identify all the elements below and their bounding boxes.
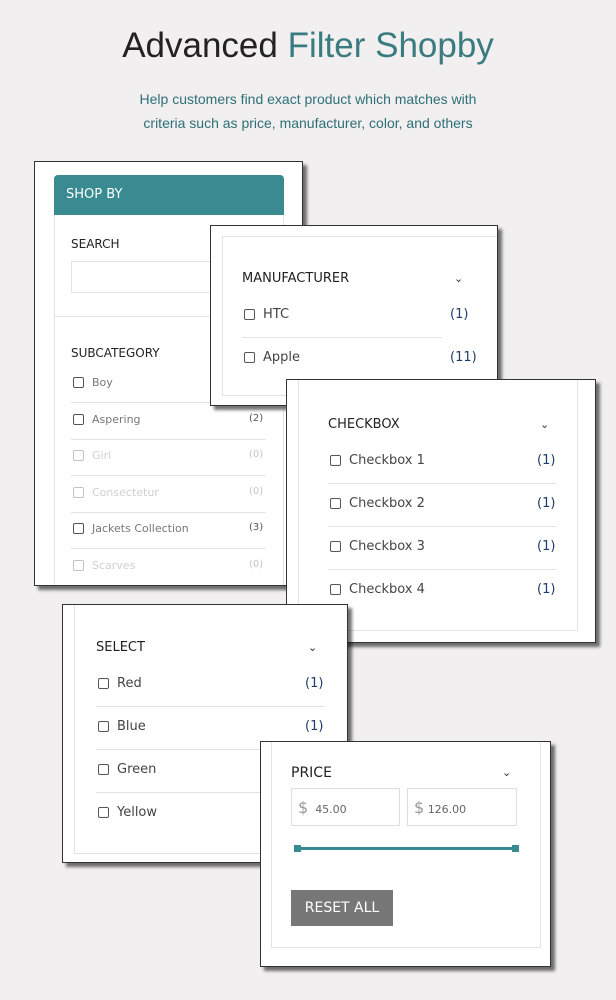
price-slider-track (297, 847, 517, 850)
filter-option[interactable]: Boy (73, 376, 113, 389)
checkbox-icon[interactable] (330, 541, 341, 552)
filter-option[interactable]: Yellow (98, 805, 157, 820)
subcategory-label: SUBCATEGORY (71, 346, 160, 360)
checkbox-icon[interactable] (98, 764, 109, 775)
option-count: (1) (537, 496, 556, 511)
filter-option[interactable]: Scarves (73, 559, 135, 572)
filter-option[interactable]: Aspering (73, 413, 141, 426)
checkbox-icon[interactable] (73, 377, 84, 388)
price-max-input[interactable]: $ 126.00 (407, 788, 517, 826)
filter-option[interactable]: HTC (244, 307, 289, 322)
hero-title: Advanced Filter Shopby (122, 26, 494, 65)
checkbox-icon[interactable] (244, 352, 255, 363)
filter-option[interactable]: Girl (73, 449, 111, 462)
option-count: (0) (249, 558, 264, 570)
option-label: Red (117, 676, 142, 691)
option-count: (1) (537, 539, 556, 554)
checkbox-icon[interactable] (330, 498, 341, 509)
option-count: (11) (450, 350, 477, 365)
option-label: Checkbox 1 (349, 453, 425, 468)
option-label: Apple (263, 350, 301, 365)
checkbox-icon[interactable] (244, 309, 255, 320)
checkbox-icon[interactable] (73, 413, 84, 425)
filter-option[interactable]: Checkbox 4 (330, 582, 425, 597)
hero-subtitle: Help customers find exact product which … (139, 91, 477, 131)
price-title: PRICE (291, 765, 332, 781)
filter-option[interactable]: Red (98, 676, 142, 691)
option-label: Blue (117, 719, 146, 734)
checkbox-icon[interactable] (330, 584, 341, 595)
chevron-down-icon[interactable]: ⌄ (308, 641, 317, 654)
option-count: (2) (249, 412, 264, 424)
option-label: Green (117, 762, 157, 777)
option-label: Consectetur (92, 485, 159, 499)
select-title: SELECT (96, 640, 145, 655)
option-count: (0) (249, 449, 264, 460)
filter-option[interactable]: Checkbox 3 (330, 539, 425, 554)
checkbox-icon[interactable] (73, 523, 84, 534)
option-count: (1) (305, 676, 324, 691)
checkbox-icon[interactable] (73, 486, 84, 498)
option-label: Aspering (92, 412, 141, 426)
option-label: Boy (92, 376, 113, 389)
filter-option[interactable]: Blue (98, 719, 146, 734)
option-count: (0) (249, 485, 264, 497)
option-count: (1) (305, 719, 324, 734)
chevron-down-icon[interactable]: ⌄ (502, 766, 511, 779)
price-slider-min-handle[interactable] (294, 845, 301, 852)
filter-option[interactable]: Consectetur (73, 486, 159, 499)
option-label: Scarves (92, 558, 136, 572)
filter-option[interactable]: Checkbox 1 (330, 453, 425, 468)
shopby-header: SHOP BY (54, 175, 284, 215)
option-label: Checkbox 4 (349, 582, 425, 597)
checkbox-icon[interactable] (73, 450, 84, 461)
filter-option[interactable]: Checkbox 2 (330, 496, 425, 511)
option-count: (1) (450, 307, 469, 322)
option-label: Jackets Collection (92, 522, 189, 535)
option-count: (1) (537, 453, 556, 468)
option-label: Checkbox 2 (349, 496, 425, 511)
option-label: Girl (92, 449, 112, 462)
option-label: HTC (263, 307, 290, 322)
checkbox-icon[interactable] (98, 807, 109, 818)
chevron-down-icon[interactable]: ⌄ (454, 272, 463, 285)
price-panel: PRICE ⌄ $ 45.00 $ 126.00 RESET ALL (260, 741, 551, 967)
checkbox-title: CHECKBOX (328, 417, 400, 432)
filter-option[interactable]: Green (98, 762, 156, 777)
option-count: (3) (249, 522, 264, 533)
option-label: Yellow (117, 805, 158, 820)
chevron-down-icon[interactable]: ⌄ (540, 418, 549, 431)
filter-option[interactable]: Jackets Collection (73, 522, 189, 535)
checkbox-icon[interactable] (330, 455, 341, 466)
reset-all-button[interactable]: RESET ALL (291, 890, 393, 926)
checkbox-icon[interactable] (98, 678, 109, 689)
price-min-input[interactable]: $ 45.00 (291, 788, 400, 826)
price-slider-max-handle[interactable] (512, 845, 519, 852)
manufacturer-title: MANUFACTURER (242, 271, 350, 286)
search-label: SEARCH (71, 237, 120, 251)
checkbox-icon[interactable] (98, 721, 109, 732)
checkbox-icon[interactable] (73, 559, 84, 571)
filter-option[interactable]: Apple (244, 350, 300, 365)
option-label: Checkbox 3 (349, 539, 425, 554)
option-count: (1) (537, 582, 556, 597)
